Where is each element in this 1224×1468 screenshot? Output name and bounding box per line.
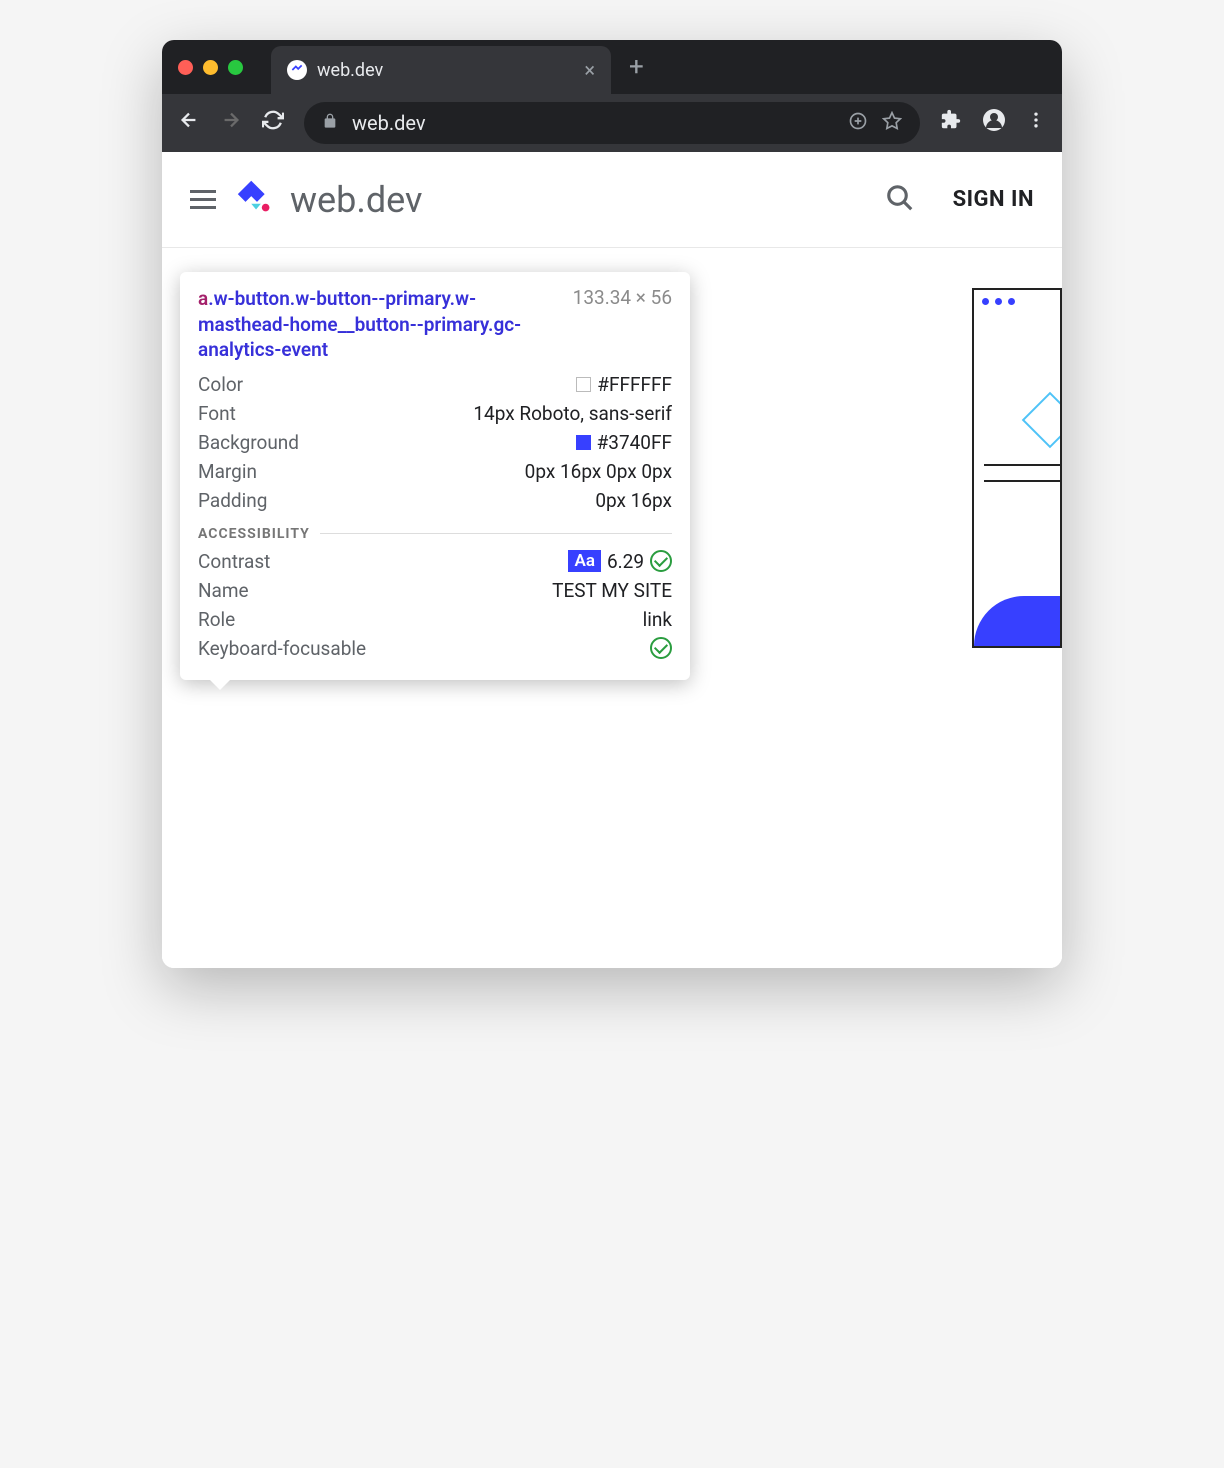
profile-icon[interactable] [982,108,1006,138]
tooltip-row-role: Role link [198,608,672,631]
browser-toolbar: web.dev [162,94,1062,152]
tooltip-row-keyboard: Keyboard-focusable [198,637,672,660]
hamburger-menu[interactable] [190,190,216,209]
contrast-badge: Aa [568,550,600,572]
tooltip-row-margin: Margin 0px 16px 0px 0px [198,460,672,483]
site-header: web.dev SIGN IN [162,152,1062,248]
add-bookmark-icon[interactable] [848,111,868,136]
address-bar[interactable]: web.dev [304,102,920,144]
site-logo[interactable]: web.dev [234,175,422,225]
tooltip-row-padding: Padding 0px 16px [198,489,672,512]
signin-link[interactable]: SIGN IN [953,187,1034,212]
browser-window: web.dev × + web.dev [162,40,1062,968]
browser-tab[interactable]: web.dev × [271,46,611,94]
window-controls [178,60,243,75]
star-icon[interactable] [882,111,902,136]
favicon-icon [287,60,307,80]
page-footer-space [162,888,1062,968]
illustration-lines [984,450,1060,496]
tooltip-row-name: Name TEST MY SITE [198,579,672,602]
tooltip-selector: a.w-button.w-button--primary.w-masthead-… [198,286,557,363]
maximize-window-button[interactable] [228,60,243,75]
forward-button[interactable] [220,109,242,137]
close-window-button[interactable] [178,60,193,75]
minimize-window-button[interactable] [203,60,218,75]
check-icon [650,550,672,572]
extensions-icon[interactable] [940,109,962,137]
tooltip-row-color: Color #FFFFFF [198,373,672,396]
hero-section: a.w-button.w-button--primary.w-masthead-… [162,248,1062,888]
hero-illustration [972,288,1062,648]
tooltip-row-contrast: Contrast Aa 6.29 [198,550,672,573]
lock-icon [322,113,338,133]
check-icon [650,637,672,659]
logo-text: web.dev [290,179,422,221]
tab-title: web.dev [317,60,574,81]
color-swatch [576,377,591,392]
tooltip-row-background: Background #3740FF [198,431,672,454]
close-tab-button[interactable]: × [584,58,595,82]
tooltip-accessibility-heading: ACCESSIBILITY [198,526,672,542]
menu-icon[interactable] [1026,110,1046,136]
back-button[interactable] [178,109,200,137]
page-content: web.dev SIGN IN a.w-button.w-button--pri… [162,152,1062,968]
new-tab-button[interactable]: + [629,52,644,82]
tooltip-row-font: Font 14px Roboto, sans-serif [198,402,672,425]
logo-icon [234,175,280,225]
titlebar: web.dev × + [162,40,1062,94]
illustration-triangle [1022,392,1062,449]
tooltip-dimensions: 133.34 × 56 [573,286,672,363]
search-button[interactable] [885,183,915,217]
url-text: web.dev [352,111,834,135]
reload-button[interactable] [262,109,284,137]
illustration-dots [974,290,1060,313]
devtools-element-tooltip: a.w-button.w-button--primary.w-masthead-… [180,272,690,680]
background-swatch [576,435,591,450]
illustration-blob [974,596,1060,646]
